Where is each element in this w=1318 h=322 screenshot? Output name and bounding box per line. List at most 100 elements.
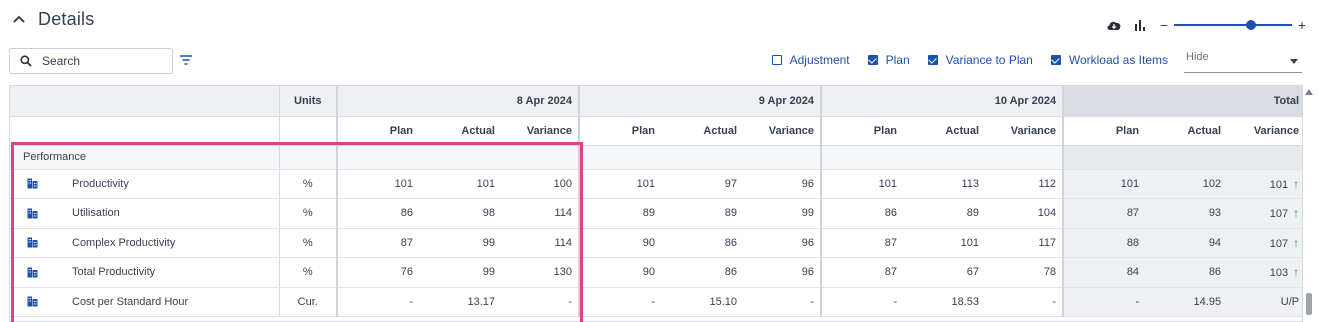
value-cell[interactable]: 87 [336, 228, 419, 258]
units-column-header[interactable]: Units [278, 86, 337, 117]
table-row[interactable]: Utilisation% 86 98 114 89 89 99 86 89 104 87 93 107 ↑ [10, 198, 1302, 229]
value-cell[interactable]: 86 [1145, 257, 1228, 288]
value-cell[interactable]: 89 [578, 198, 662, 229]
checkbox-checked[interactable] [927, 55, 938, 65]
value-cell[interactable]: 101 [336, 169, 419, 199]
scroll-up-icon[interactable] [1305, 89, 1313, 95]
value-cell[interactable]: 101 [903, 228, 986, 258]
workload-as-items-checkbox[interactable]: Workload as Items [1050, 53, 1168, 67]
value-cell[interactable]: - [336, 287, 419, 317]
value-cell[interactable]: 87 [820, 257, 904, 288]
checkbox-checked[interactable] [1050, 55, 1061, 65]
metric-name-cell[interactable]: Complex Productivity [10, 228, 279, 258]
zoom-out-button[interactable]: − [1158, 18, 1170, 32]
value-cell[interactable]: 90 [578, 228, 662, 258]
value-cell[interactable]: 84 [1062, 257, 1146, 288]
variance-to-plan-checkbox[interactable]: Variance to Plan [927, 53, 1033, 67]
value-cell[interactable]: 99 [743, 198, 822, 229]
value-cell[interactable]: 104 [985, 198, 1064, 229]
table-row[interactable]: Total Productivity% 76 99 130 90 86 96 87 67 78 84… [10, 257, 1302, 288]
zoom-slider-thumb[interactable] [1246, 20, 1256, 30]
subheader-plan[interactable]: Plan [336, 116, 419, 146]
date-column-header[interactable]: 8 Apr 2024 [335, 86, 580, 117]
value-cell[interactable]: 99 [419, 257, 501, 288]
value-cell[interactable]: 86 [661, 228, 744, 258]
checkbox-unchecked[interactable] [771, 55, 782, 65]
value-cell[interactable]: 89 [903, 198, 986, 229]
bar-chart-icon[interactable] [1132, 18, 1148, 32]
subheader-variance[interactable]: Variance [985, 116, 1064, 146]
value-cell[interactable]: - [743, 287, 822, 317]
value-cell[interactable]: 101 [419, 169, 501, 199]
value-cell[interactable]: 67 [903, 257, 986, 288]
subheader-plan[interactable]: Plan [1062, 116, 1146, 146]
value-cell[interactable]: 130 [501, 257, 580, 288]
value-cell[interactable]: 93 [1145, 198, 1228, 229]
value-cell[interactable]: 107 ↑ [1227, 198, 1302, 229]
subheader-plan[interactable]: Plan [820, 116, 904, 146]
metric-name-cell[interactable]: Productivity [10, 169, 279, 199]
vertical-scrollbar[interactable] [1304, 85, 1314, 322]
chevron-up-icon[interactable] [12, 12, 26, 26]
subheader-variance[interactable]: Variance [743, 116, 822, 146]
value-cell[interactable]: 114 [501, 228, 580, 258]
checkbox-checked[interactable] [867, 55, 878, 65]
search-box[interactable] [9, 48, 173, 74]
table-row[interactable]: Cost per Standard Hour Cur. - 13.17 - - 15.10 -… [10, 287, 1302, 317]
value-cell[interactable]: 90 [578, 257, 662, 288]
value-cell[interactable]: - [501, 287, 580, 317]
adjustment-checkbox[interactable]: Adjustment [771, 53, 850, 67]
value-cell[interactable]: 13.17 [419, 287, 501, 317]
scrollbar-thumb[interactable] [1306, 293, 1312, 315]
search-input[interactable] [42, 54, 162, 68]
value-cell[interactable]: 101 ↑ [1227, 169, 1302, 199]
subheader-actual[interactable]: Actual [419, 116, 501, 146]
value-cell[interactable]: 107 ↑ [1227, 228, 1302, 258]
value-cell[interactable]: 101 [1062, 169, 1146, 199]
date-column-header[interactable]: 10 Apr 2024 [820, 86, 1064, 117]
subheader-actual[interactable]: Actual [903, 116, 986, 146]
value-cell[interactable]: 102 [1145, 169, 1228, 199]
value-cell[interactable]: 101 [820, 169, 904, 199]
value-cell[interactable]: 99 [419, 228, 501, 258]
value-cell[interactable]: 96 [743, 169, 822, 199]
value-cell[interactable]: 88 [1062, 228, 1146, 258]
value-cell[interactable]: 112 [985, 169, 1064, 199]
filter-icon[interactable] [179, 54, 193, 66]
value-cell[interactable]: 87 [1062, 198, 1146, 229]
value-cell[interactable]: 103 ↑ [1227, 257, 1302, 288]
value-cell[interactable]: 89 [661, 198, 744, 229]
subheader-plan[interactable]: Plan [578, 116, 662, 146]
value-cell[interactable]: 18.53 [903, 287, 986, 317]
value-cell[interactable]: - [985, 287, 1064, 317]
value-cell[interactable]: 100 [501, 169, 580, 199]
subheader-variance[interactable]: Variance [1227, 116, 1302, 146]
plan-checkbox[interactable]: Plan [867, 53, 910, 67]
value-cell[interactable]: 94 [1145, 228, 1228, 258]
metric-name-cell[interactable]: Total Productivity [10, 257, 279, 288]
total-column-header[interactable]: Total [1062, 86, 1302, 117]
subheader-actual[interactable]: Actual [661, 116, 744, 146]
value-cell[interactable]: 98 [419, 198, 501, 229]
value-cell[interactable]: 96 [743, 228, 822, 258]
subheader-variance[interactable]: Variance [501, 116, 580, 146]
value-cell[interactable]: 78 [985, 257, 1064, 288]
value-cell[interactable]: U/P [1227, 287, 1302, 317]
value-cell[interactable]: - [1062, 287, 1146, 317]
value-cell[interactable]: 101 [578, 169, 662, 199]
metric-name-cell[interactable]: Cost per Standard Hour [10, 287, 279, 317]
value-cell[interactable]: 87 [820, 228, 904, 258]
table-row[interactable]: Productivity% 101 101 100 101 97 96 101 113 112 10… [10, 169, 1302, 199]
value-cell[interactable]: 97 [661, 169, 744, 199]
value-cell[interactable]: 15.10 [661, 287, 744, 317]
table-row[interactable]: Complex Productivity% 87 99 114 90 86 96 87 101 1… [10, 228, 1302, 258]
value-cell[interactable]: 96 [743, 257, 822, 288]
value-cell[interactable]: 86 [336, 198, 419, 229]
date-column-header[interactable]: 9 Apr 2024 [578, 86, 822, 117]
value-cell[interactable]: 76 [336, 257, 419, 288]
hide-select[interactable]: Hide [1184, 47, 1302, 73]
zoom-in-button[interactable]: + [1296, 18, 1308, 32]
value-cell[interactable]: 117 [985, 228, 1064, 258]
value-cell[interactable]: 113 [903, 169, 986, 199]
subheader-actual[interactable]: Actual [1145, 116, 1228, 146]
